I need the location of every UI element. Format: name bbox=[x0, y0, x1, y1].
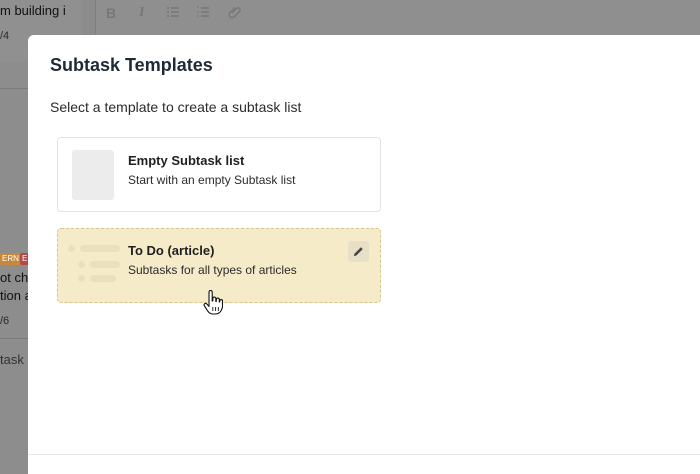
thumbnail-dot bbox=[68, 245, 75, 252]
numbered-list-icon bbox=[196, 5, 210, 22]
pencil-icon bbox=[353, 247, 363, 257]
template-name: To Do (article) bbox=[128, 243, 215, 258]
thumbnail-dot bbox=[78, 261, 85, 268]
subtask-templates-modal: Subtask Templates Select a template to c… bbox=[28, 35, 700, 474]
modal-footer-divider bbox=[28, 454, 700, 455]
modal-title: Subtask Templates bbox=[50, 55, 213, 75]
background-card-meta: /6 bbox=[0, 315, 10, 327]
attachment-icon bbox=[228, 5, 242, 22]
template-description: Subtasks for all types of articles bbox=[128, 263, 297, 277]
background-badge: ERN bbox=[0, 253, 21, 265]
modal-subtitle: Select a template to create a subtask li… bbox=[50, 99, 302, 115]
template-description: Start with an empty Subtask list bbox=[128, 173, 296, 187]
hand-cursor-icon bbox=[203, 290, 223, 315]
bullet-list-icon bbox=[166, 5, 180, 22]
thumbnail-dot bbox=[78, 275, 85, 282]
background-card-meta: /4 bbox=[0, 30, 10, 42]
background-card-title: m building i bbox=[0, 3, 66, 18]
thumbnail-line bbox=[90, 261, 120, 268]
background-add-task: task bbox=[0, 352, 24, 367]
list-thumbnail bbox=[68, 245, 120, 289]
bold-icon: B bbox=[106, 5, 117, 21]
thumbnail-line bbox=[90, 275, 116, 282]
thumbnail-line bbox=[80, 245, 120, 252]
template-card-empty[interactable]: Empty Subtask list Start with an empty S… bbox=[57, 137, 381, 212]
blank-thumbnail bbox=[72, 150, 114, 200]
template-name: Empty Subtask list bbox=[128, 153, 245, 168]
edit-template-button[interactable] bbox=[348, 241, 369, 262]
italic-icon: I bbox=[139, 5, 145, 20]
